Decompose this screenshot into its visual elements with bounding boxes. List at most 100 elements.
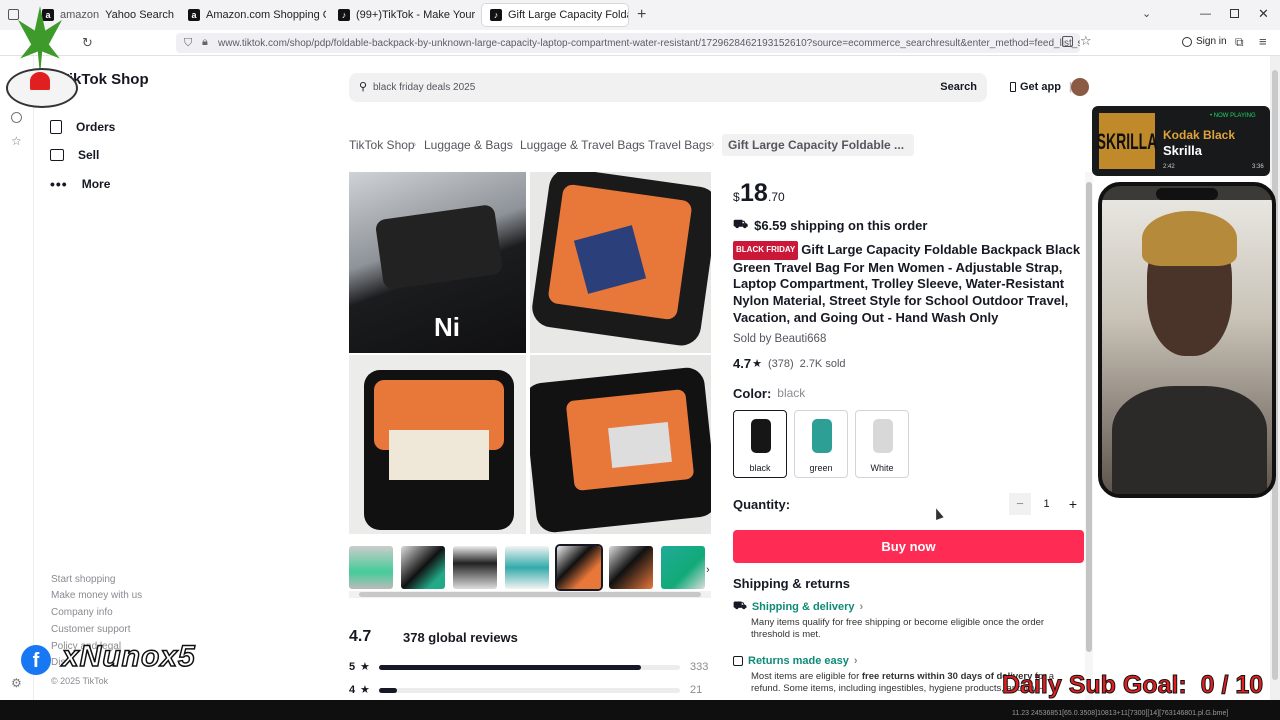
- rating-row-count: 21: [690, 684, 703, 696]
- close-window-icon[interactable]: ✕: [1258, 6, 1269, 22]
- tab-amazon-cart[interactable]: a Amazon.com Shopping Cart ✕: [180, 4, 326, 26]
- shipping-delivery-link[interactable]: ⛟ Shipping & delivery ›: [733, 600, 863, 614]
- tab-label: Gift Large Capacity Foldable Ba: [508, 9, 628, 21]
- thumbnail[interactable]: [505, 546, 549, 589]
- returns-link[interactable]: Returns made easy ›: [733, 655, 858, 667]
- chevron-right-icon: ›: [859, 601, 864, 613]
- rating-summary[interactable]: 4.7 ★ (378) 2.7K sold: [733, 356, 846, 371]
- footer-link[interactable]: Customer support: [51, 624, 130, 635]
- artist-name: Kodak Black: [1163, 128, 1236, 142]
- new-tab-button[interactable]: +: [637, 6, 646, 24]
- facebook-icon: f: [21, 645, 51, 675]
- history-icon[interactable]: [11, 112, 22, 123]
- color-option-label: black: [749, 463, 771, 473]
- thumbnail[interactable]: [401, 546, 445, 589]
- black-friday-badge: BLACK FRIDAY: [733, 241, 799, 260]
- increment-button[interactable]: +: [1062, 493, 1084, 515]
- get-app-button[interactable]: Get app |: [1010, 81, 1072, 93]
- chevron-right-icon: ›: [413, 139, 417, 150]
- thumbnail[interactable]: [609, 546, 653, 589]
- album-art: SKRILLA: [1097, 113, 1157, 169]
- shipping-delivery-text: Many items qualify for free shipping or …: [751, 617, 1045, 640]
- review-count: 378 global reviews: [403, 630, 518, 645]
- breadcrumb-item[interactable]: Luggage & Bags: [424, 138, 513, 152]
- now-playing-tag: • NOW PLAYING: [1210, 113, 1256, 119]
- seller-link[interactable]: Sold by Beauti668: [733, 333, 826, 345]
- address-bar[interactable]: ⛉ 🔒︎ www.tiktok.com/shop/pdp/foldable-ba…: [176, 33, 1080, 53]
- product-photo[interactable]: Ni: [349, 172, 526, 353]
- status-readout: 11.23 24536851[65.0.3508]10813+11[7300][…: [1012, 710, 1229, 717]
- rating-bar-fill: [379, 665, 641, 670]
- restore-icon[interactable]: [1230, 9, 1239, 18]
- search-input[interactable]: black friday deals 2025: [373, 82, 475, 93]
- thumbnail[interactable]: [661, 546, 705, 589]
- browser-tab-bar: a amazon Yahoo Search Results ✕ a Amazon…: [0, 0, 1280, 30]
- product-title: BLACK FRIDAY Gift Large Capacity Foldable…: [733, 241, 1083, 327]
- url-text: www.tiktok.com/shop/pdp/foldable-backpac…: [218, 37, 1080, 49]
- rating-bar-fill: [379, 688, 398, 693]
- price-currency: $: [733, 190, 740, 204]
- footer-link[interactable]: Start shopping: [51, 574, 116, 585]
- thumbnail-selected[interactable]: [557, 546, 601, 589]
- cursor: [932, 506, 944, 521]
- get-app-label: Get app: [1020, 81, 1061, 93]
- backpack-image: [751, 419, 771, 453]
- thumbnail-scrollbar[interactable]: [349, 591, 711, 598]
- tab-product[interactable]: ♪ Gift Large Capacity Foldable Ba ✕: [482, 4, 628, 26]
- footer-link[interactable]: Make money with us: [51, 590, 142, 601]
- tab-label: (99+)TikTok - Make Your Day: [356, 9, 476, 21]
- color-option-label: green: [809, 463, 833, 473]
- rating-row-stars: 5: [349, 661, 356, 673]
- search-button[interactable]: Search: [940, 81, 977, 93]
- breadcrumb-item[interactable]: TikTok Shop: [349, 138, 415, 152]
- copyright: © 2025 TikTok: [51, 676, 109, 686]
- color-option-white[interactable]: White: [855, 410, 909, 478]
- extensions-icon[interactable]: ⧉: [1235, 35, 1244, 50]
- search-icon: ⚲: [359, 81, 368, 93]
- star-icon[interactable]: ☆: [11, 134, 22, 148]
- price-cents: .70: [768, 190, 785, 204]
- weed-leaf-logo: [0, 6, 82, 110]
- breadcrumb-item[interactable]: Travel Bags: [648, 138, 712, 152]
- thumbnail[interactable]: [349, 546, 393, 589]
- truck-icon: ⛟: [733, 600, 747, 612]
- sidebar-item-orders[interactable]: Orders: [50, 120, 115, 134]
- chevron-down-icon[interactable]: ⌄: [1142, 7, 1151, 20]
- bookmark-star-icon[interactable]: ☆: [1080, 33, 1092, 49]
- search-bar[interactable]: ⚲ black friday deals 2025 Search: [349, 73, 987, 102]
- sidebar-item-more[interactable]: ••• More: [50, 176, 110, 192]
- rating-row-stars: 4: [349, 684, 356, 696]
- chevron-right-icon: ›: [637, 139, 641, 150]
- menu-icon[interactable]: ≡: [1259, 34, 1267, 49]
- chevron-right-icon[interactable]: ›: [706, 564, 710, 576]
- orders-icon: [50, 120, 62, 134]
- product-photo[interactable]: [349, 355, 526, 534]
- minimize-icon[interactable]: —: [1200, 8, 1211, 20]
- tab-tiktok[interactable]: ♪ (99+)TikTok - Make Your Day ✕: [330, 4, 476, 26]
- rating-bar-track: [379, 688, 680, 693]
- product-photo[interactable]: [530, 355, 711, 534]
- reload-icon[interactable]: ↻: [82, 35, 93, 51]
- color-option-green[interactable]: green: [794, 410, 848, 478]
- settings-gear-icon[interactable]: ⚙: [11, 676, 22, 690]
- buy-now-button[interactable]: Buy now: [733, 530, 1084, 563]
- sign-in-button[interactable]: Sign in: [1182, 36, 1227, 47]
- price-main: 18: [740, 179, 768, 207]
- decrement-button[interactable]: −: [1009, 493, 1031, 515]
- quantity-value[interactable]: 1: [1043, 498, 1049, 510]
- account-icon: [1182, 36, 1192, 47]
- sidebar-item-label: Orders: [76, 120, 116, 134]
- thumbnail[interactable]: [453, 546, 497, 589]
- color-option-label: White: [870, 463, 894, 473]
- phone-icon: [1010, 82, 1016, 92]
- color-option-black[interactable]: black: [733, 410, 787, 478]
- page-scrollbar[interactable]: [1085, 172, 1093, 700]
- rating-row-count: 333: [690, 661, 709, 673]
- reader-icon[interactable]: [1062, 36, 1073, 47]
- breadcrumb-item[interactable]: Luggage & Travel Bags: [520, 138, 645, 152]
- star-icon: ★: [360, 684, 370, 696]
- sidebar-item-sell[interactable]: Sell: [50, 148, 99, 162]
- avatar[interactable]: [1071, 78, 1089, 96]
- product-photo[interactable]: [530, 172, 711, 353]
- footer-link[interactable]: Company info: [51, 607, 113, 618]
